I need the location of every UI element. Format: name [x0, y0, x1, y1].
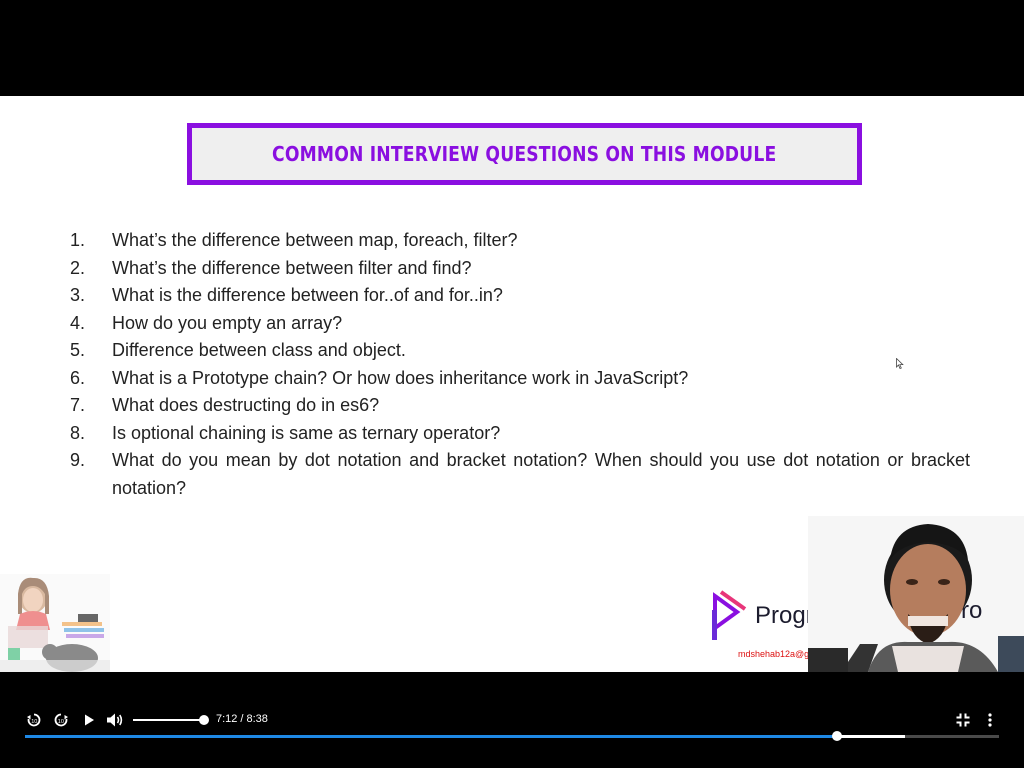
question-text: What do you mean by dot notation and bra… — [112, 450, 970, 498]
question-text: What’s the difference between filter and… — [112, 257, 472, 278]
question-item: 5. Difference between class and object. — [70, 337, 970, 365]
mute-button[interactable] — [106, 711, 124, 729]
video-frame[interactable]: Common Interview Questions on this modul… — [0, 96, 1024, 672]
question-number: 1. — [70, 230, 86, 250]
question-number: 9. — [70, 450, 86, 470]
slide-title-box: Common Interview Questions on this modul… — [187, 123, 862, 185]
volume-icon — [107, 713, 123, 727]
player-controls: 10 10 7:12/8:38 — [0, 672, 1024, 768]
svg-text:10: 10 — [31, 719, 37, 725]
seek-bar[interactable] — [25, 731, 999, 741]
mouse-cursor-icon — [896, 358, 904, 369]
question-text: What is the difference between for..of a… — [112, 285, 503, 305]
more-options-button[interactable] — [981, 711, 999, 729]
time-display: 7:12/8:38 — [216, 713, 268, 725]
question-number: 5. — [70, 340, 86, 360]
question-item: 6. What is a Prototype chain? Or how does… — [70, 365, 970, 393]
slide-title: Common Interview Questions on this modul… — [272, 142, 777, 166]
play-button[interactable] — [80, 711, 98, 729]
question-item: 8. Is optional chaining is same as ternar… — [70, 420, 970, 448]
question-item: 9. What do you mean by dot notation and b… — [70, 447, 970, 502]
brand-logo-icon — [712, 590, 747, 640]
forward-button[interactable]: 10 — [52, 711, 70, 729]
question-item: 2. What’s the difference between filter a… — [70, 255, 970, 283]
question-text: What is a Prototype chain? Or how does i… — [112, 367, 689, 388]
rewind-button[interactable]: 10 — [25, 711, 43, 729]
question-item: 3. What is the difference between for..of… — [70, 282, 970, 310]
question-text: Difference between class and object. — [112, 340, 406, 360]
seek-bar-played — [25, 735, 838, 738]
forward-10-icon: 10 — [54, 713, 68, 727]
question-item: 4. How do you empty an array? — [70, 310, 970, 338]
question-number: 4. — [70, 312, 86, 333]
developer-illustration-icon — [0, 574, 110, 672]
duration: 8:38 — [246, 713, 268, 725]
question-number: 7. — [70, 395, 86, 415]
exit-fullscreen-icon — [956, 713, 970, 727]
question-number: 6. — [70, 367, 86, 388]
top-letterbox — [0, 0, 1024, 96]
question-number: 2. — [70, 257, 86, 278]
seek-bar-handle[interactable] — [832, 731, 843, 741]
rewind-10-icon: 10 — [27, 713, 41, 727]
current-time: 7:12 — [216, 713, 238, 725]
play-icon — [85, 714, 94, 726]
question-text: Is optional chaining is same as ternary … — [112, 422, 501, 443]
volume-slider-handle[interactable] — [199, 715, 209, 725]
question-number: 3. — [70, 285, 86, 305]
exit-fullscreen-button[interactable] — [954, 711, 972, 729]
svg-text:10: 10 — [58, 719, 64, 725]
presenter-webcam-image: ro — [808, 516, 1024, 672]
time-separator: / — [240, 713, 244, 725]
question-text: What’s the difference between map, forea… — [112, 230, 518, 250]
volume-slider-track[interactable] — [133, 719, 203, 721]
question-list: 1. What’s the difference between map, for… — [70, 227, 970, 502]
more-vertical-icon — [988, 713, 992, 727]
question-item: 1. What’s the difference between map, for… — [70, 227, 970, 255]
question-number: 8. — [70, 422, 86, 443]
question-text: How do you empty an array? — [112, 312, 343, 333]
question-text: What does destructing do in es6? — [112, 395, 380, 415]
question-item: 7. What does destructing do in es6? — [70, 392, 970, 420]
